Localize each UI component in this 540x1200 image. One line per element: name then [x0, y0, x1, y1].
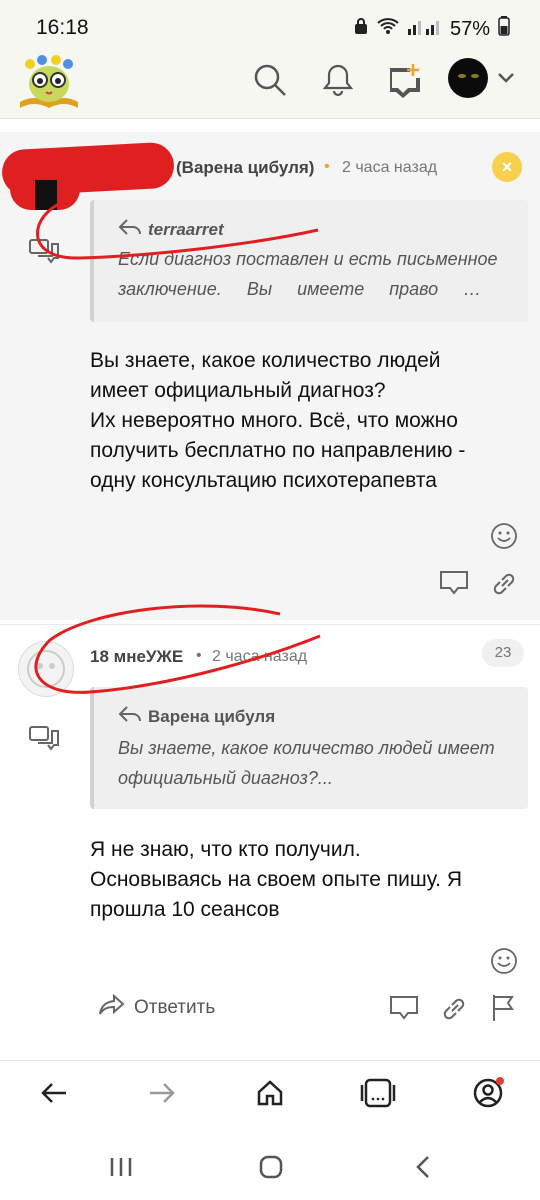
- profile-icon[interactable]: [472, 1077, 504, 1114]
- battery-icon: [498, 16, 510, 42]
- comment-body: Вы знаете, какое количество людей имеет …: [90, 346, 465, 496]
- add-comment-icon[interactable]: [384, 60, 424, 100]
- search-icon[interactable]: [250, 60, 290, 100]
- link-icon[interactable]: [490, 570, 518, 598]
- status-bar: 16:18 57%: [0, 0, 540, 46]
- reply-button[interactable]: Ответить: [98, 993, 215, 1022]
- comment-body-line: одну консультацию психотерапевта: [90, 469, 437, 492]
- comment-body-line: Основываясь на своем опыте пишу. Я: [90, 868, 462, 891]
- comment-body-line: получить бесплатно по направлению -: [90, 439, 466, 462]
- avatar[interactable]: [448, 58, 488, 98]
- flag-icon[interactable]: [490, 993, 518, 1023]
- forward-arrow-icon[interactable]: [148, 1081, 176, 1110]
- system-nav-bar: [0, 1130, 540, 1200]
- comment-body-line: прошла 10 сеансов: [90, 898, 280, 921]
- bell-icon[interactable]: [318, 60, 358, 100]
- status-time: 16:18: [36, 16, 89, 39]
- chevron-down-icon[interactable]: [496, 70, 516, 86]
- wifi-icon: [376, 17, 400, 41]
- chat-icon[interactable]: [28, 723, 60, 751]
- status-icons: 57%: [354, 16, 510, 42]
- lock-icon: [354, 17, 368, 41]
- link-icon[interactable]: [440, 995, 468, 1023]
- app-header: [0, 46, 540, 119]
- back-button-icon[interactable]: [414, 1154, 432, 1185]
- home-button-icon[interactable]: [258, 1154, 284, 1185]
- comment-body: Я не знаю, что кто получил. Основываясь …: [90, 835, 462, 925]
- recent-apps-icon[interactable]: [108, 1156, 134, 1183]
- comment-body-line: Их невероятно много. Всё, что можно: [90, 409, 458, 432]
- signal-icon: [407, 17, 442, 41]
- red-annotation-stroke: [36, 198, 319, 260]
- red-annotation-stroke: [34, 604, 321, 694]
- book-owl-logo-icon[interactable]: [16, 52, 82, 112]
- reply-label: Ответить: [134, 996, 216, 1018]
- quote-text-line: официальный диагноз?...: [118, 768, 333, 788]
- back-arrow-icon[interactable]: [40, 1081, 68, 1110]
- comment-icon[interactable]: [388, 993, 420, 1023]
- comment-icon[interactable]: [438, 568, 470, 598]
- battery-text: 57%: [449, 17, 490, 40]
- comment-body-line: Я не знаю, что кто получил.: [90, 838, 361, 861]
- tabs-icon[interactable]: [360, 1077, 396, 1114]
- comment-body-line: Вы знаете, какое количество людей: [90, 349, 441, 372]
- smile-icon[interactable]: [490, 947, 518, 975]
- smile-icon[interactable]: [490, 522, 518, 550]
- browser-nav-bar: [0, 1060, 540, 1131]
- home-icon[interactable]: [256, 1079, 284, 1112]
- quote-text-line: Вы знаете, какое количество людей имеет: [118, 738, 495, 758]
- reply-arrow-icon: [98, 993, 126, 1022]
- comment-body-line: имеет официальный диагноз?: [90, 379, 386, 402]
